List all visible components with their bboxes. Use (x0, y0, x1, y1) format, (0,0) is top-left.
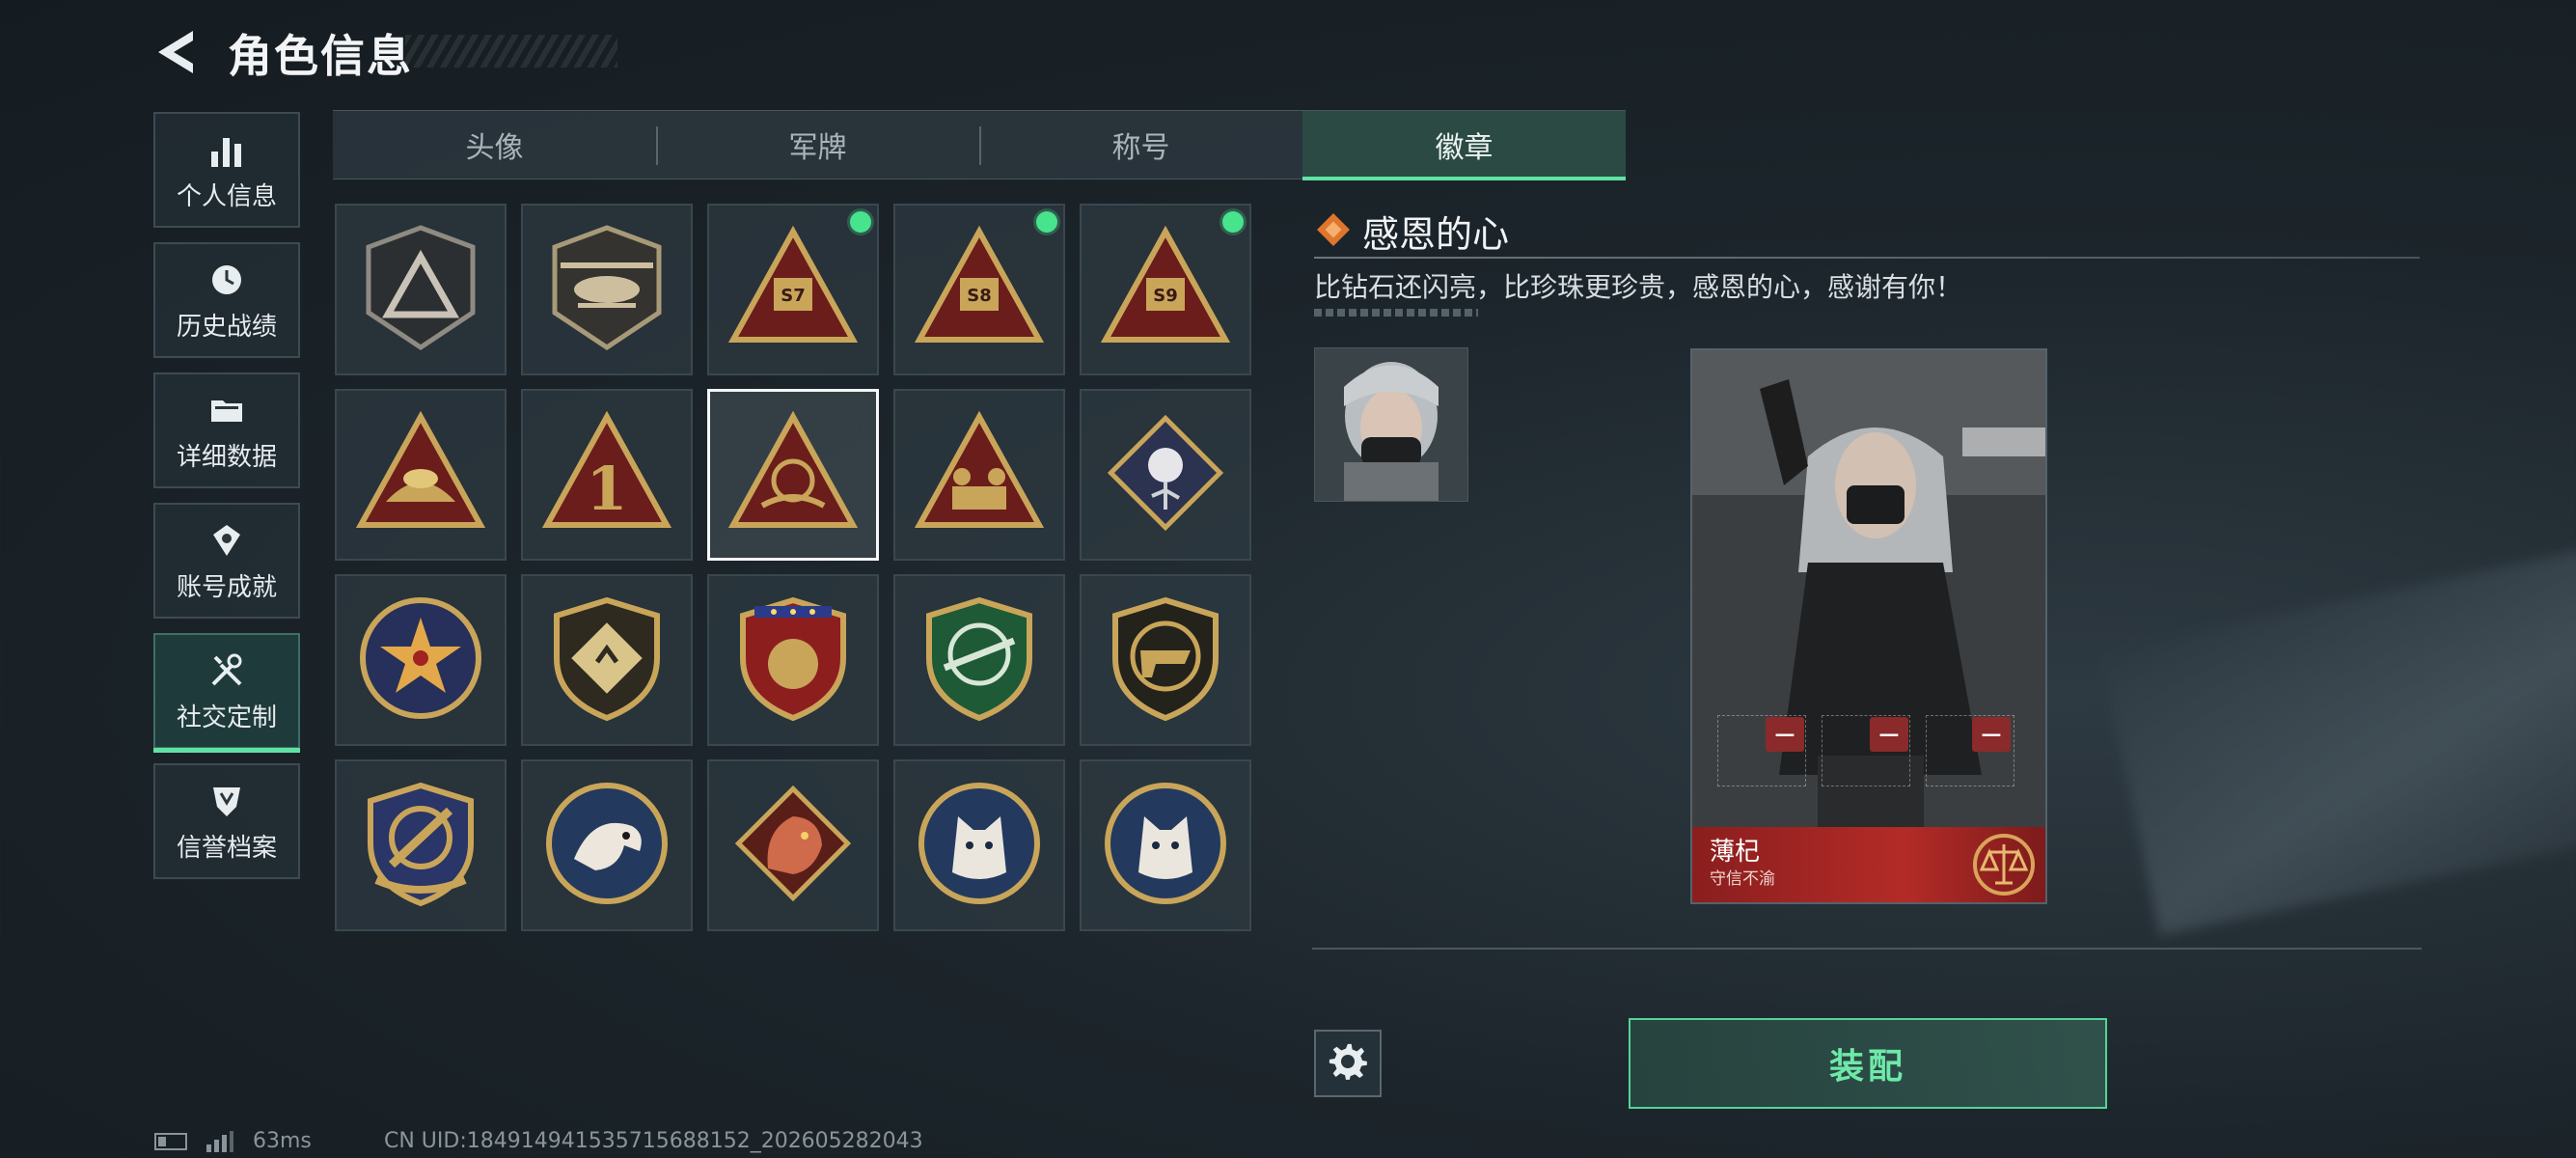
badge-cell[interactable] (335, 204, 507, 375)
divider (1312, 948, 2422, 950)
tab-0[interactable]: 头像 (333, 110, 656, 179)
character-name: 薄杞 (1710, 838, 1761, 867)
badge-description: 比钻石还闪亮，比珍珠更珍贵，感恩的心，感谢有你！ (1314, 271, 1963, 303)
badge-cell[interactable] (521, 204, 693, 375)
page-title: 角色信息 (228, 30, 413, 82)
equipped-indicator (850, 211, 871, 233)
svg-text:S9: S9 (1153, 286, 1178, 306)
number-one-badge-icon: 1 (539, 405, 674, 544)
badge-cell[interactable] (335, 574, 507, 746)
sidebar-item-label: 社交定制 (176, 703, 277, 732)
divider (1314, 257, 2420, 259)
svg-text:S8: S8 (967, 286, 992, 306)
rose-diamond-badge-icon (1098, 405, 1233, 544)
status-bar: 63ms (154, 1129, 312, 1153)
badge-cell[interactable] (707, 759, 879, 931)
bar-chart-icon (206, 128, 248, 171)
badge-rarity-icon (1314, 210, 1353, 249)
green-rifle-badge-icon (912, 591, 1047, 730)
sidebar-item-label: 个人信息 (176, 181, 277, 211)
badge-cell[interactable]: 1 (521, 389, 693, 561)
character-subtitle: 守信不渝 (1710, 869, 1775, 889)
sidebar-item-4[interactable]: 社交定制 (153, 633, 300, 753)
signal-icon (206, 1130, 233, 1152)
back-arrow-icon[interactable] (152, 27, 201, 77)
gear-icon (1328, 1041, 1368, 1086)
scales-icon (1973, 834, 2035, 896)
badge-cell[interactable] (893, 574, 1065, 746)
badge-title: 感恩的心 (1362, 213, 1510, 256)
soldiers-triangle-badge-icon (912, 405, 1047, 544)
s8-badge-icon: S8 (912, 220, 1047, 359)
badge-cell[interactable] (893, 389, 1065, 561)
helicopter-badge-icon (539, 220, 674, 359)
badge-cell[interactable] (1080, 759, 1251, 931)
settings-button[interactable] (1314, 1030, 1382, 1097)
wolf-badge-2-icon (1098, 776, 1233, 915)
s9-badge-icon: S9 (1098, 220, 1233, 359)
medal-icon (206, 519, 248, 562)
sidebar-item-label: 账号成就 (176, 572, 277, 602)
equipped-indicator (1036, 211, 1057, 233)
badge-cell[interactable] (521, 759, 693, 931)
badge-cell[interactable]: S7 (707, 204, 879, 375)
uid-text: CN UID:18491494153571568815​2_2026052820… (384, 1129, 923, 1153)
badge-cell[interactable]: S8 (893, 204, 1065, 375)
badge-cell[interactable] (335, 389, 507, 561)
gray-triangle-badge-icon (353, 220, 488, 359)
badge-cell[interactable] (1080, 574, 1251, 746)
gold-pistol-badge-icon (1098, 591, 1233, 730)
svg-text:S7: S7 (781, 286, 806, 306)
badge-cell[interactable]: S9 (1080, 204, 1251, 375)
svg-text:1: 1 (586, 454, 627, 524)
eagle-badge-icon (539, 776, 674, 915)
badge-cell[interactable] (707, 389, 879, 561)
remove-badge-button-2[interactable]: − (1870, 717, 1908, 752)
sidebar-item-2[interactable]: 详细数据 (153, 372, 300, 488)
equip-button[interactable]: 装配 (1629, 1018, 2107, 1109)
remove-badge-button-1[interactable]: − (1766, 717, 1804, 752)
shield-chevron-badge-icon (539, 591, 674, 730)
ping-text: 63ms (253, 1129, 312, 1153)
remove-badge-button-3[interactable]: − (1972, 717, 2011, 752)
dragon-diamond-badge-icon (726, 776, 861, 915)
sidebar-item-0[interactable]: 个人信息 (153, 112, 300, 228)
tab-bar: 头像 军牌 称号 徽章 (333, 110, 1626, 180)
sidebar-item-1[interactable]: 历史战绩 (153, 242, 300, 358)
grateful-heart-badge-icon (726, 405, 861, 544)
sidebar-item-label: 历史战绩 (176, 312, 277, 342)
sidebar-item-5[interactable]: 信誉档案 (153, 763, 300, 879)
avatar (1314, 347, 1468, 502)
badge-grid: S7 S8 S9 1 (335, 204, 1251, 931)
tab-3[interactable]: 徽章 (1302, 110, 1626, 180)
sidebar-item-3[interactable]: 账号成就 (153, 503, 300, 619)
badge-cell[interactable] (335, 759, 507, 931)
sidebar-item-label: 详细数据 (176, 442, 277, 472)
folder-icon (206, 389, 248, 431)
badge-cell[interactable] (1080, 389, 1251, 561)
tools-icon (206, 649, 248, 692)
shield-rank-icon (206, 780, 248, 822)
tab-2[interactable]: 称号 (979, 110, 1302, 179)
stars-shield-badge-icon (726, 591, 861, 730)
s7-badge-icon: S7 (726, 220, 861, 359)
tab-1[interactable]: 军牌 (656, 110, 979, 179)
crosshair-shield-badge-icon (353, 776, 488, 915)
sidebar-item-label: 信誉档案 (176, 833, 277, 863)
star-emblem-badge-icon (353, 591, 488, 730)
history-clock-icon (206, 259, 248, 301)
badge-cell[interactable] (707, 574, 879, 746)
battery-icon (154, 1132, 187, 1150)
equipped-indicator (1222, 211, 1244, 233)
badge-cell[interactable] (893, 759, 1065, 931)
badge-cell[interactable] (521, 574, 693, 746)
character-card: − − − 薄杞 守信不渝 (1690, 348, 2047, 904)
decorative-bar (1314, 309, 1478, 317)
wolf-badge-1-icon (912, 776, 1047, 915)
title-decoration (405, 35, 617, 68)
hands-triangle-badge-icon (353, 405, 488, 544)
